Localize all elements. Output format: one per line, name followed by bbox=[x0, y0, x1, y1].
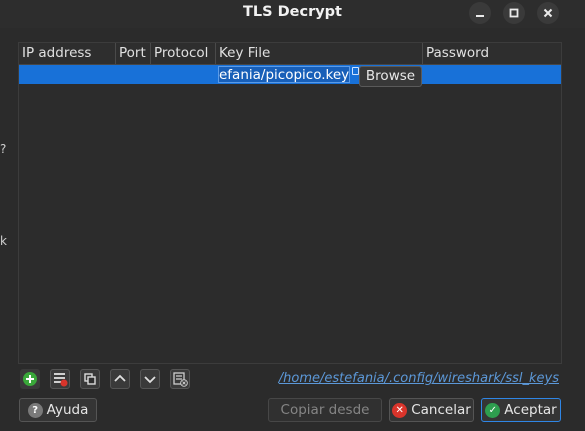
cancel-button-label: Cancelar bbox=[411, 402, 471, 418]
column-header-password[interactable]: Password bbox=[423, 43, 563, 64]
clear-icon bbox=[173, 372, 188, 387]
ok-button-label: Aceptar bbox=[504, 402, 557, 418]
maximize-button[interactable] bbox=[503, 2, 525, 24]
add-icon bbox=[23, 372, 37, 386]
move-down-icon bbox=[144, 376, 156, 384]
copy-from-button[interactable]: Copiar desde bbox=[268, 398, 382, 422]
maximize-icon bbox=[509, 8, 519, 18]
copy-from-button-label: Copiar desde bbox=[280, 402, 370, 418]
ok-button[interactable]: ✓ Aceptar bbox=[481, 398, 561, 422]
column-header-protocol[interactable]: Protocol bbox=[151, 43, 216, 64]
keys-path-link[interactable]: /home/estefania/.config/wireshark/ssl_ke… bbox=[279, 371, 559, 386]
help-button-label: Ayuda bbox=[46, 402, 89, 418]
minimize-button[interactable] bbox=[469, 2, 491, 24]
close-button[interactable] bbox=[537, 2, 559, 24]
table-row[interactable]: efania/picopico.key Browse bbox=[19, 65, 561, 87]
table-header: IP address Port Protocol Key File Passwo… bbox=[19, 43, 561, 65]
key-file-input[interactable]: efania/picopico.key bbox=[218, 66, 350, 83]
cancel-icon: ✕ bbox=[392, 402, 408, 418]
copy-icon bbox=[84, 373, 96, 385]
ok-icon: ✓ bbox=[485, 402, 501, 418]
remove-button[interactable] bbox=[50, 369, 70, 389]
help-icon: ? bbox=[27, 402, 43, 418]
column-header-port[interactable]: Port bbox=[116, 43, 151, 64]
background-fragment: ? bbox=[0, 142, 7, 156]
window-title: TLS Decrypt bbox=[242, 4, 342, 20]
keys-table[interactable]: IP address Port Protocol Key File Passwo… bbox=[18, 42, 562, 364]
minimize-icon bbox=[476, 15, 484, 17]
move-up-button[interactable] bbox=[110, 369, 130, 389]
copy-button[interactable] bbox=[80, 369, 100, 389]
move-down-button[interactable] bbox=[140, 369, 160, 389]
column-header-key-file[interactable]: Key File bbox=[216, 43, 423, 64]
close-icon bbox=[543, 8, 553, 18]
add-button[interactable] bbox=[20, 369, 40, 389]
clear-button[interactable] bbox=[170, 369, 190, 389]
cancel-button[interactable]: ✕ Cancelar bbox=[389, 398, 474, 422]
edit-spin-icon[interactable] bbox=[352, 67, 359, 75]
move-up-icon bbox=[114, 374, 126, 382]
column-header-ip-address[interactable]: IP address bbox=[19, 43, 116, 64]
help-button[interactable]: ? Ayuda bbox=[19, 398, 97, 422]
title-bar: TLS Decrypt bbox=[0, 0, 585, 28]
background-fragment: k bbox=[0, 234, 7, 248]
browse-button[interactable]: Browse bbox=[359, 66, 422, 87]
remove-icon bbox=[54, 373, 68, 387]
